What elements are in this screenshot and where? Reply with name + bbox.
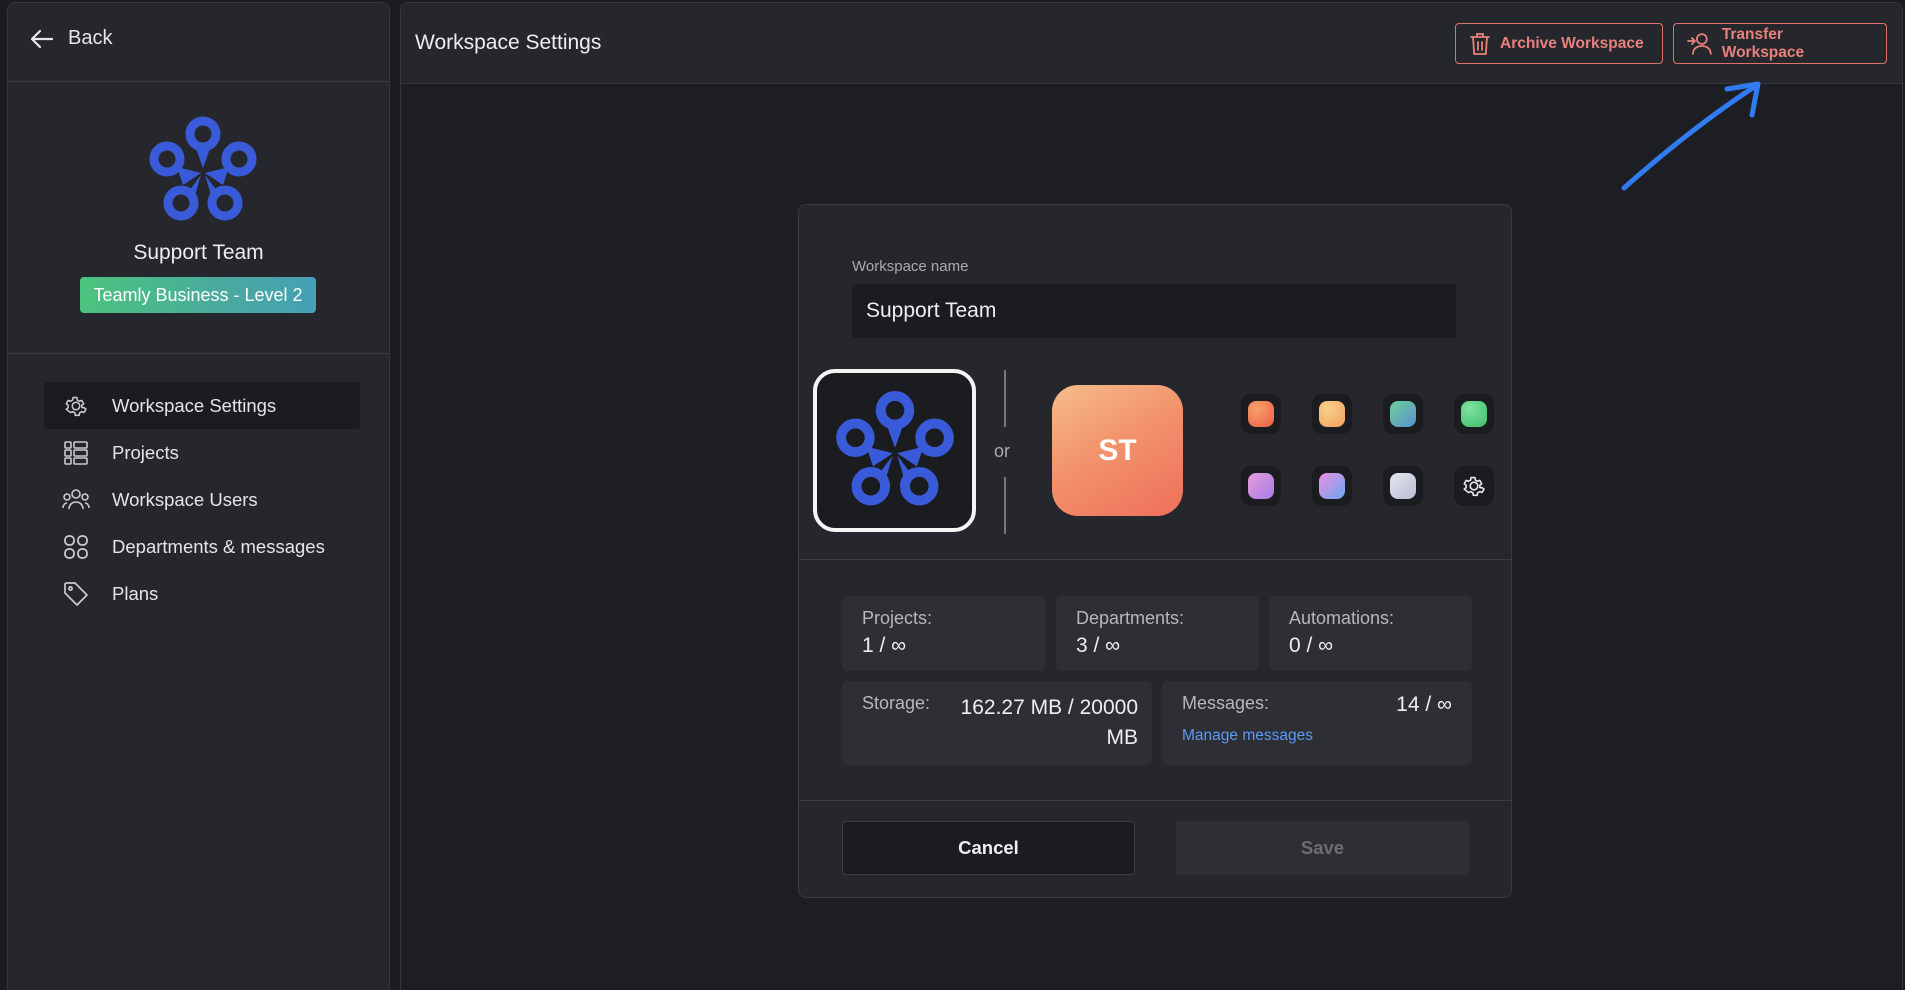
header: Workspace Settings Archive Workspace Tra… [401,3,1902,84]
workspace-settings-card: Workspace name Support Team or ST Projec… [798,204,1512,898]
divider [799,800,1511,801]
storage-value-line: 162.27 MB / 20000 [960,696,1138,719]
swatch-color [1248,401,1274,427]
gear-icon [1463,476,1485,497]
gear-icon [62,392,90,420]
users-icon [62,486,90,514]
back-label: Back [68,27,113,49]
sidebar-item-label: Workspace Settings [112,394,277,416]
team-logo [835,390,954,505]
sidebar-item-departments[interactable]: Departments & messages [44,523,360,570]
workspace-icon-selected[interactable] [813,369,976,532]
cancel-button[interactable]: Cancel [842,821,1135,875]
arrow-left-icon [30,29,54,48]
sidebar: Back Support Team Teamly Business - Leve… [7,2,390,990]
grid-icon [62,533,90,561]
transfer-workspace-button[interactable]: Transfer Workspace [1673,23,1887,64]
workspace-name-label: Workspace name [852,258,969,275]
team-name: Support Team [133,241,264,264]
user-transfer-icon [1687,32,1712,55]
sidebar-item-label: Workspace Users [112,488,258,510]
sidebar-item-label: Departments & messages [112,535,325,557]
stat-value: 14 / ∞ [1396,693,1452,716]
swatch-color [1390,473,1416,499]
storage-value-line: MB [1106,726,1139,749]
swatch-color [1319,401,1345,427]
stat-label: Messages: [1182,693,1270,713]
color-swatch[interactable] [1241,394,1281,434]
color-swatch[interactable] [1383,394,1423,434]
divider [8,353,389,354]
storage-stat: Storage: 162.27 MB / 20000 MB [842,681,1152,765]
workspace-name-input[interactable] [852,284,1456,338]
sidebar-item-workspace-settings[interactable]: Workspace Settings [44,382,360,429]
swatch-color [1319,473,1345,499]
divider [1004,370,1006,427]
swatch-color [1390,401,1416,427]
departments-stat: Departments: 3 / ∞ [1056,596,1259,671]
projects-stat: Projects: 1 / ∞ [842,596,1045,671]
stat-value: 3 / ∞ [1076,634,1121,657]
color-swatch[interactable] [1383,466,1423,506]
sidebar-item-workspace-users[interactable]: Workspace Users [44,476,360,523]
sidebar-nav: Workspace Settings Projects Workspace Us… [44,382,360,617]
stat-label: Departments: [1076,608,1185,628]
color-swatch[interactable] [1312,394,1352,434]
stat-label: Automations: [1289,608,1395,628]
custom-color-button[interactable] [1454,466,1494,506]
sidebar-item-label: Projects [112,441,179,463]
page-title: Workspace Settings [415,31,602,54]
sidebar-item-projects[interactable]: Projects [44,429,360,476]
divider [1004,477,1006,534]
color-swatch[interactable] [1241,466,1281,506]
initials-text: ST [1098,433,1137,467]
trash-icon [1470,32,1490,55]
sidebar-item-label: Plans [112,582,159,604]
color-swatch[interactable] [1312,466,1352,506]
storage-value: 162.27 MB / 20000 MB [961,693,1138,753]
divider [8,81,389,82]
team-logo [149,116,257,221]
archive-workspace-label: Archive Workspace [1500,34,1644,52]
stat-value: 1 / ∞ [862,634,907,657]
color-swatch[interactable] [1454,394,1494,434]
transfer-workspace-label: Transfer Workspace [1721,25,1805,61]
save-button[interactable]: Save [1176,821,1469,875]
or-label: or [994,441,1011,461]
stat-value: 0 / ∞ [1289,634,1334,657]
manage-messages-link[interactable]: Manage messages [1182,727,1313,745]
back-button[interactable]: Back [30,27,112,50]
list-icon [62,439,90,467]
swatch-color [1248,473,1274,499]
annotation-arrow [1621,81,1761,191]
stat-label: Storage: [862,693,931,713]
main-panel: Workspace Settings Archive Workspace Tra… [400,2,1903,990]
plan-badge: Teamly Business - Level 2 [80,277,316,313]
initials-avatar-option[interactable]: ST [1052,385,1183,516]
automations-stat: Automations: 0 / ∞ [1269,596,1472,671]
archive-workspace-button[interactable]: Archive Workspace [1455,23,1663,64]
messages-stat: Messages: 14 / ∞ Manage messages [1162,681,1472,765]
divider [799,559,1511,560]
swatch-color [1461,401,1487,427]
sidebar-item-plans[interactable]: Plans [44,570,360,617]
tag-icon [62,580,90,608]
stat-label: Projects: [862,608,933,628]
